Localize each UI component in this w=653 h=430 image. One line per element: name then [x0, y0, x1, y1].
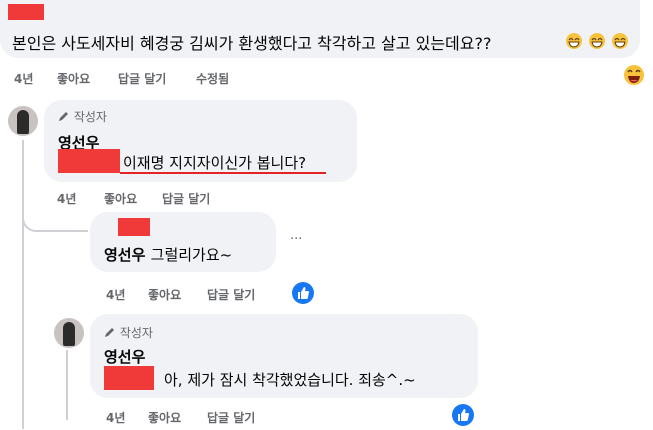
author-name[interactable]: 영선우 그럴리가요~	[104, 244, 232, 265]
avatar[interactable]	[8, 106, 38, 136]
thread-line-main	[22, 140, 24, 429]
author-name[interactable]: 영선우	[104, 346, 145, 367]
reply-link[interactable]: 답글 달기	[118, 70, 166, 87]
more-options-button[interactable]: ···	[290, 232, 302, 247]
pen-icon	[105, 328, 114, 337]
reply2-actions: 4년 좋아요 답글 달기	[0, 286, 300, 302]
pen-icon	[59, 112, 68, 121]
avatar-figure	[63, 322, 75, 346]
top-comment-actions: 4년 좋아요 답글 달기 수정됨	[0, 70, 300, 86]
like-link[interactable]: 좋아요	[104, 190, 137, 207]
author-badge-label: 작성자	[73, 110, 107, 124]
redacted-name	[8, 4, 44, 20]
timestamp[interactable]: 4년	[14, 70, 33, 87]
highlight-underline	[120, 172, 326, 174]
like-link[interactable]: 좋아요	[148, 286, 181, 303]
reply-link[interactable]: 답글 달기	[207, 409, 255, 426]
like-reaction-icon[interactable]	[452, 404, 474, 426]
reply1-text: 이재명 지지자이신가 봅니다?	[123, 154, 307, 172]
grin-emoji-icon	[566, 33, 628, 49]
reply3-text: 아, 제가 잠시 착각했었습니다. 죄송^.~	[164, 371, 416, 389]
author-badge-label: 작성자	[119, 326, 153, 340]
reply1-bubble: 작성자 영선우 이재명 지지자이신가 봅니다?	[44, 100, 357, 182]
edited-label: 수정됨	[196, 72, 230, 86]
timestamp[interactable]: 4년	[57, 190, 76, 207]
reply-link[interactable]: 답글 달기	[207, 286, 255, 303]
avatar[interactable]	[54, 318, 84, 348]
like-reaction-icon[interactable]	[292, 282, 314, 304]
grin-emoji-row	[565, 31, 635, 51]
redacted-name	[118, 218, 150, 236]
timestamp[interactable]: 4년	[106, 286, 125, 303]
reaction-emoji-icon[interactable]	[623, 64, 645, 86]
author-badge: 작성자	[104, 324, 153, 341]
redacted-mention	[104, 366, 154, 390]
top-comment-text: 본인은 사도세자비 혜경궁 김씨가 환생했다고 착각하고 살고 있는데요??	[12, 34, 492, 53]
timestamp[interactable]: 4년	[106, 409, 125, 426]
reply2-text: 그럴리가요~	[150, 246, 233, 264]
like-link[interactable]: 좋아요	[148, 409, 181, 426]
reply-link[interactable]: 답글 달기	[162, 190, 210, 207]
top-comment-bubble: 본인은 사도세자비 혜경궁 김씨가 환생했다고 착각하고 살고 있는데요??	[0, 0, 640, 58]
author-badge: 작성자	[58, 108, 107, 125]
reply3-bubble: 작성자 영선우 아, 제가 잠시 착각했었습니다. 죄송^.~	[90, 314, 478, 398]
like-link[interactable]: 좋아요	[57, 70, 90, 87]
redacted-mention	[58, 149, 120, 173]
reply2-bubble: 영선우 그럴리가요~	[90, 212, 276, 272]
reply1-actions: 4년 좋아요 답글 달기	[0, 190, 300, 206]
reply3-actions: 4년 좋아요 답글 달기	[0, 409, 300, 425]
avatar-figure	[17, 110, 29, 134]
